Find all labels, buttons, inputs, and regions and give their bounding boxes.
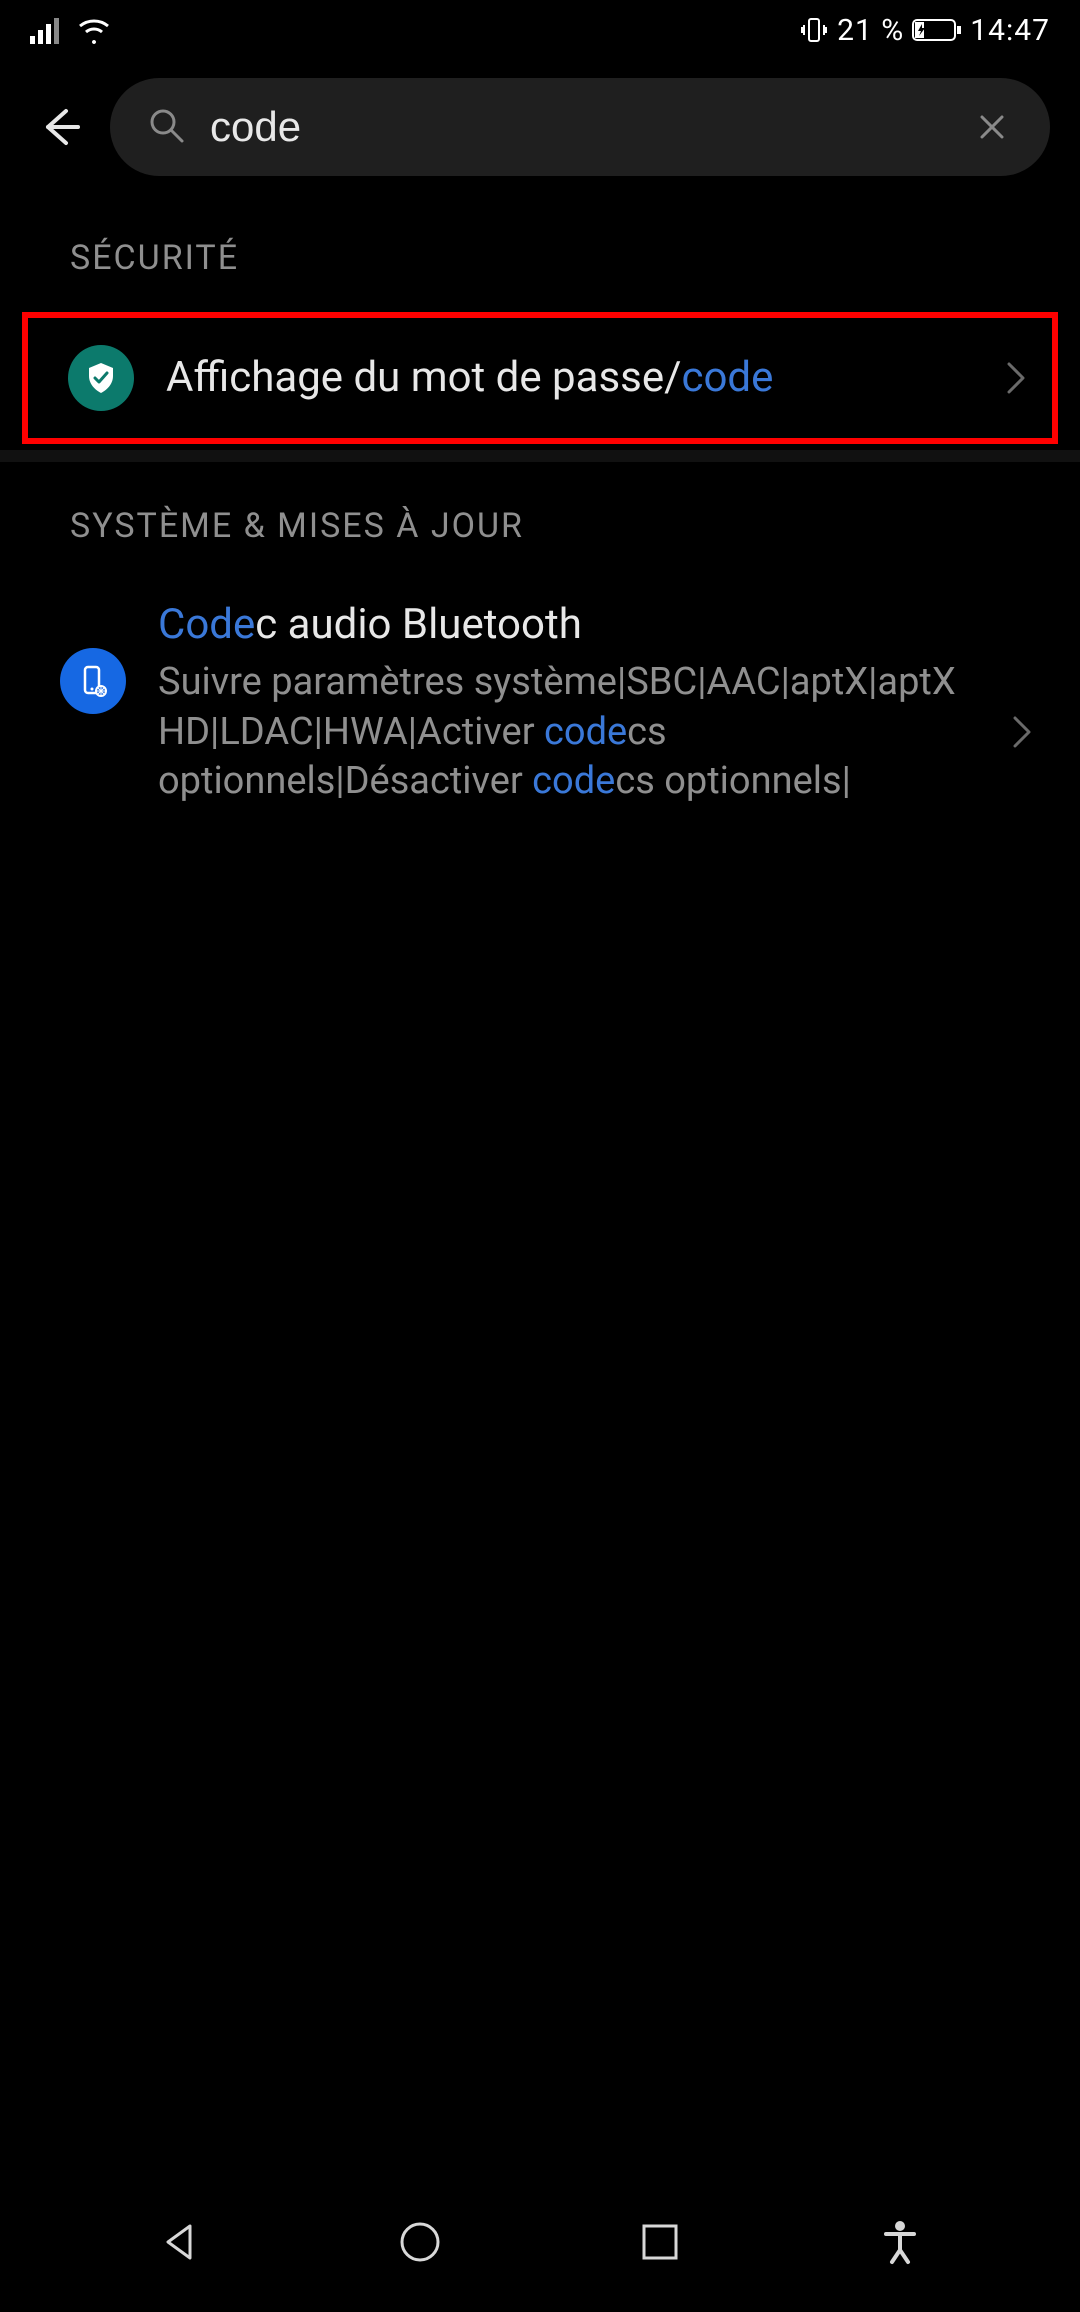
battery-icon: [912, 18, 962, 42]
status-time: 14:47: [970, 13, 1050, 48]
signal-icon: [30, 16, 64, 44]
sub-c: cs optionnels|: [615, 759, 851, 803]
list-item-password-display[interactable]: Affichage du mot de passe/code: [28, 318, 1052, 438]
chevron-right-icon: [1002, 364, 1030, 392]
title-rest: c audio Bluetooth: [255, 600, 582, 649]
list-item-bluetooth-codec[interactable]: Codec audio Bluetooth Suivre paramètres …: [0, 574, 1080, 833]
wifi-icon: [76, 16, 112, 44]
navigation-bar: [0, 2172, 1080, 2312]
highlighted-result: Affichage du mot de passe/code: [22, 312, 1058, 444]
title-highlight: Code: [158, 600, 255, 649]
item-title: Affichage du mot de passe/code: [166, 353, 970, 403]
status-left: [30, 16, 112, 44]
title-prefix: Affichage du mot de passe/: [166, 353, 681, 402]
title-highlight: code: [681, 353, 773, 402]
item-title: Codec audio Bluetooth: [158, 600, 976, 650]
status-right: 21 % 14:47: [799, 13, 1050, 48]
back-button[interactable]: [30, 97, 90, 157]
search-input[interactable]: [210, 103, 946, 151]
back-arrow-icon: [36, 103, 84, 151]
header-row: [0, 60, 1080, 194]
vibrate-icon: [799, 15, 829, 45]
clear-button[interactable]: [970, 105, 1014, 149]
accessibility-icon: [880, 2218, 920, 2266]
sub-hl1: code: [544, 710, 627, 754]
sub-hl2: code: [532, 759, 615, 803]
chevron-right-icon: [1008, 718, 1036, 746]
nav-recent-button[interactable]: [620, 2202, 700, 2282]
section-heading-security: SÉCURITÉ: [0, 194, 1080, 306]
nav-home-button[interactable]: [380, 2202, 460, 2282]
section-heading-system: SYSTÈME & MISES À JOUR: [0, 462, 1080, 574]
shield-check-icon: [68, 345, 134, 411]
item-body: Codec audio Bluetooth Suivre paramètres …: [158, 600, 976, 807]
battery-percent: 21 %: [837, 13, 904, 48]
item-body: Affichage du mot de passe/code: [166, 353, 970, 403]
close-icon: [974, 109, 1010, 145]
nav-back-icon: [158, 2220, 202, 2264]
nav-back-button[interactable]: [140, 2202, 220, 2282]
nav-recent-icon: [640, 2222, 680, 2262]
phone-gear-icon: [60, 648, 126, 714]
nav-home-icon: [396, 2218, 444, 2266]
nav-accessibility-button[interactable]: [860, 2202, 940, 2282]
status-bar: 21 % 14:47: [0, 0, 1080, 60]
item-subtitle: Suivre paramètres système|SBC|AAC|aptX|a…: [158, 658, 976, 806]
search-icon: [146, 105, 186, 149]
search-bar[interactable]: [110, 78, 1050, 176]
section-divider: [0, 450, 1080, 462]
